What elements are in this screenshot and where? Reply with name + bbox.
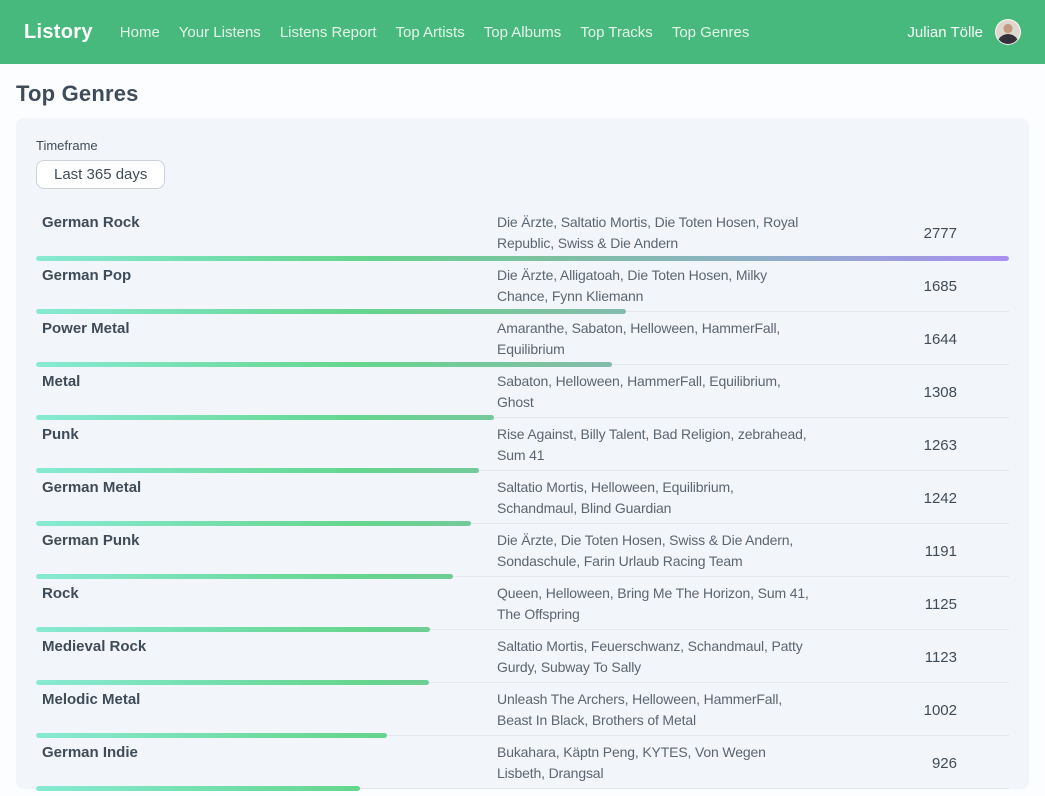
genre-bar: [36, 786, 360, 791]
genre-name: Power Metal: [36, 318, 497, 339]
genre-count: 926: [809, 755, 1009, 772]
nav-link-home[interactable]: Home: [120, 24, 160, 41]
genre-name: German Pop: [36, 265, 497, 286]
page-title: Top Genres: [16, 81, 1029, 107]
genre-count: 1125: [809, 596, 1009, 613]
genre-row: German Punk Die Ärzte, Die Toten Hosen, …: [36, 524, 1009, 577]
genre-artists: Unleash The Archers, Helloween, HammerFa…: [497, 689, 809, 731]
genre-artists: Die Ärzte, Alligatoah, Die Toten Hosen, …: [497, 265, 809, 307]
genre-row: Punk Rise Against, Billy Talent, Bad Rel…: [36, 418, 1009, 471]
genre-row: Medieval Rock Saltatio Mortis, Feuerschw…: [36, 630, 1009, 683]
genre-name: German Indie: [36, 742, 497, 763]
genre-name: German Punk: [36, 530, 497, 551]
nav-link-top-genres[interactable]: Top Genres: [672, 24, 750, 41]
genre-artists: Amaranthe, Sabaton, Helloween, HammerFal…: [497, 318, 809, 360]
genre-row: Melodic Metal Unleash The Archers, Hello…: [36, 683, 1009, 736]
genre-artists: Saltatio Mortis, Feuerschwanz, Schandmau…: [497, 636, 809, 678]
brand-logo[interactable]: Listory: [24, 21, 93, 44]
genre-row: Power Metal Amaranthe, Sabaton, Hellowee…: [36, 312, 1009, 365]
top-genres-card: Timeframe Last 365 days German Rock Die …: [16, 118, 1029, 789]
genre-name: German Rock: [36, 212, 497, 233]
nav-link-top-artists[interactable]: Top Artists: [396, 24, 465, 41]
navbar-user[interactable]: Julian Tölle: [907, 19, 1021, 45]
user-avatar[interactable]: [995, 19, 1021, 45]
genre-name: German Metal: [36, 477, 497, 498]
genre-count: 1263: [809, 437, 1009, 454]
genre-count: 1308: [809, 384, 1009, 401]
timeframe-select[interactable]: Last 365 days: [36, 160, 165, 189]
genre-row: German Indie Bukahara, Käptn Peng, KYTES…: [36, 736, 1009, 789]
navbar: Listory Home Your Listens Listens Report To…: [0, 0, 1045, 64]
genre-name: Metal: [36, 371, 497, 392]
genre-artists: Bukahara, Käptn Peng, KYTES, Von Wegen L…: [497, 742, 809, 784]
genre-row: Rock Queen, Helloween, Bring Me The Hori…: [36, 577, 1009, 630]
genre-artists: Die Ärzte, Saltatio Mortis, Die Toten Ho…: [497, 212, 809, 254]
genre-bar-fill: [36, 786, 360, 791]
genre-artists: Queen, Helloween, Bring Me The Horizon, …: [497, 583, 809, 625]
genre-artists: Saltatio Mortis, Helloween, Equilibrium,…: [497, 477, 809, 519]
genre-name: Melodic Metal: [36, 689, 497, 710]
timeframe-label: Timeframe: [36, 138, 1009, 153]
timeframe-filter: Timeframe Last 365 days: [36, 138, 1009, 189]
genre-count: 1644: [809, 331, 1009, 348]
nav-link-top-albums[interactable]: Top Albums: [484, 24, 562, 41]
avatar-photo: [995, 19, 1021, 45]
genre-row: German Metal Saltatio Mortis, Helloween,…: [36, 471, 1009, 524]
user-name: Julian Tölle: [907, 24, 983, 41]
genre-count: 2777: [809, 225, 1009, 242]
genre-count: 1242: [809, 490, 1009, 507]
nav-link-listens-report[interactable]: Listens Report: [280, 24, 377, 41]
nav-link-top-tracks[interactable]: Top Tracks: [580, 24, 653, 41]
genre-name: Medieval Rock: [36, 636, 497, 657]
genre-row: German Rock Die Ärzte, Saltatio Mortis, …: [36, 206, 1009, 259]
genre-count: 1123: [809, 649, 1009, 666]
genre-count: 1002: [809, 702, 1009, 719]
genre-artists: Rise Against, Billy Talent, Bad Religion…: [497, 424, 809, 466]
genre-artists: Die Ärzte, Die Toten Hosen, Swiss & Die …: [497, 530, 809, 572]
genre-artists: Sabaton, Helloween, HammerFall, Equilibr…: [497, 371, 809, 413]
genre-name: Rock: [36, 583, 497, 604]
genre-count: 1685: [809, 278, 1009, 295]
genre-name: Punk: [36, 424, 497, 445]
genre-row: Metal Sabaton, Helloween, HammerFall, Eq…: [36, 365, 1009, 418]
genre-row: German Pop Die Ärzte, Alligatoah, Die To…: [36, 259, 1009, 312]
genres-table: German Rock Die Ärzte, Saltatio Mortis, …: [36, 206, 1009, 789]
nav-links: Home Your Listens Listens Report Top Artist…: [120, 24, 750, 41]
nav-link-your-listens[interactable]: Your Listens: [179, 24, 261, 41]
genre-count: 1191: [809, 543, 1009, 560]
main-content: Top Genres Timeframe Last 365 days Germa…: [0, 81, 1045, 789]
